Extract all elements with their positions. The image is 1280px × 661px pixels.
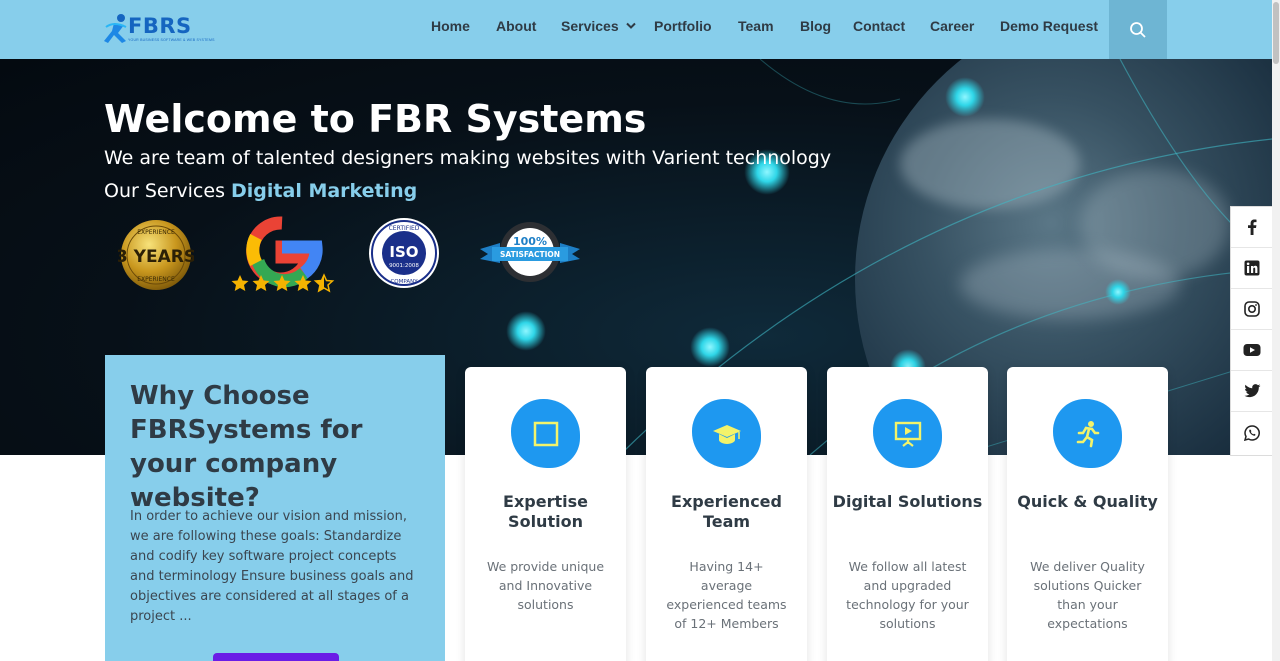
satisfaction-badge: 100% SATISFACTION xyxy=(480,222,580,282)
glow-dot xyxy=(506,311,546,351)
google-rating-badge xyxy=(231,216,335,293)
svg-text:ISO: ISO xyxy=(389,243,418,261)
chevron-down-icon xyxy=(625,22,636,29)
hero-subtitle: We are team of talented designers making… xyxy=(104,147,832,169)
nav-services[interactable]: Services xyxy=(561,18,636,34)
hero-title: Welcome to FBR Systems xyxy=(104,97,647,141)
hero-services: Our Services Digital Marketing xyxy=(104,180,417,202)
svg-text:EXPERIENCE: EXPERIENCE xyxy=(137,229,175,236)
why-choose-text: In order to achieve our vision and missi… xyxy=(130,509,414,624)
whatsapp-icon xyxy=(1244,424,1260,441)
site-header: FBRS YOUR BUSINESS SOFTWARE & WEB SYSTEM… xyxy=(0,0,1280,59)
nav-blog[interactable]: Blog xyxy=(800,18,831,34)
linkedin-icon xyxy=(1244,260,1260,276)
feature-card-expertise: Expertise Solution We provide unique and… xyxy=(465,367,626,661)
twitter-link[interactable] xyxy=(1231,371,1273,412)
why-choose-panel: Why Choose FBRSystems for your company w… xyxy=(105,355,445,661)
svg-text:SATISFACTION: SATISFACTION xyxy=(500,250,560,259)
card-text: We follow all latest and upgraded techno… xyxy=(846,559,969,631)
card-icon-badge xyxy=(1053,399,1122,468)
svg-text:9001:2008: 9001:2008 xyxy=(389,263,419,269)
facebook-link[interactable] xyxy=(1231,207,1273,248)
glow-dot xyxy=(1105,279,1131,305)
search-button[interactable] xyxy=(1109,0,1167,59)
card-icon-badge xyxy=(692,399,761,468)
page-scrollbar[interactable] xyxy=(1272,0,1280,661)
nav-services-label: Services xyxy=(561,18,619,34)
card-icon-badge xyxy=(511,399,580,468)
svg-text:100%: 100% xyxy=(513,235,547,248)
nav-contact[interactable]: Contact xyxy=(853,18,905,34)
youtube-icon xyxy=(1243,344,1261,356)
logo-runner-icon xyxy=(104,14,127,43)
glow-dot xyxy=(945,77,985,117)
logo-tagline: YOUR BUSINESS SOFTWARE & WEB SYSTEMS xyxy=(128,38,215,42)
card-title: Expertise Solution xyxy=(503,492,588,531)
twitter-icon xyxy=(1243,384,1260,398)
square-icon xyxy=(533,421,558,446)
whatsapp-link[interactable] xyxy=(1231,412,1273,453)
feature-card-team: Experienced Team Having 14+ average expe… xyxy=(646,367,807,661)
nav-demo-request[interactable]: Demo Request xyxy=(1000,18,1098,34)
card-title: Quick & Quality xyxy=(1017,492,1158,511)
read-more-button[interactable] xyxy=(213,653,339,661)
facebook-icon xyxy=(1248,219,1257,235)
card-title: Digital Solutions xyxy=(832,492,983,511)
card-text: We provide unique and Innovative solutio… xyxy=(486,559,605,612)
nav-portfolio[interactable]: Portfolio xyxy=(654,18,712,34)
running-icon xyxy=(1076,420,1099,447)
graduation-cap-icon xyxy=(712,424,741,444)
social-sidebar xyxy=(1230,206,1273,456)
svg-text:CERTIFIED: CERTIFIED xyxy=(389,225,420,232)
feature-card-digital: Digital Solutions We follow all latest a… xyxy=(827,367,988,661)
card-title: Experienced Team xyxy=(671,492,782,531)
instagram-icon xyxy=(1244,301,1260,317)
iso-certified-badge: CERTIFIED ISO 9001:2008 COMPANY xyxy=(369,218,439,288)
star-rating xyxy=(231,273,335,293)
nav-team[interactable]: Team xyxy=(738,18,774,34)
linkedin-link[interactable] xyxy=(1231,248,1273,289)
nav-career[interactable]: Career xyxy=(930,18,974,34)
scrollbar-thumb[interactable] xyxy=(1273,2,1279,64)
svg-text:EXPERIENCE: EXPERIENCE xyxy=(137,276,175,283)
svg-text:COMPANY: COMPANY xyxy=(390,279,418,285)
services-highlight: Digital Marketing xyxy=(231,180,418,202)
instagram-link[interactable] xyxy=(1231,289,1273,330)
search-icon xyxy=(1130,21,1146,38)
card-text: Having 14+ average experienced teams of … xyxy=(666,559,787,631)
youtube-link[interactable] xyxy=(1231,330,1273,371)
glow-dot xyxy=(690,327,730,367)
svg-text:3 YEARS: 3 YEARS xyxy=(118,247,194,267)
card-icon-badge xyxy=(873,399,942,468)
logo-text: FBRS xyxy=(128,14,192,38)
why-choose-title: Why Choose FBRSystems for your company w… xyxy=(130,381,363,513)
nav-about[interactable]: About xyxy=(496,18,536,34)
card-text: We deliver Quality solutions Quicker tha… xyxy=(1030,559,1145,631)
fbrs-logo[interactable]: FBRS YOUR BUSINESS SOFTWARE & WEB SYSTEM… xyxy=(104,13,214,49)
services-prefix: Our Services xyxy=(104,180,225,202)
nav-home[interactable]: Home xyxy=(431,18,470,34)
presentation-icon xyxy=(894,421,921,447)
experience-badge: EXPERIENCE 3 YEARS EXPERIENCE xyxy=(118,220,194,290)
feature-card-quick: Quick & Quality We deliver Quality solut… xyxy=(1007,367,1168,661)
